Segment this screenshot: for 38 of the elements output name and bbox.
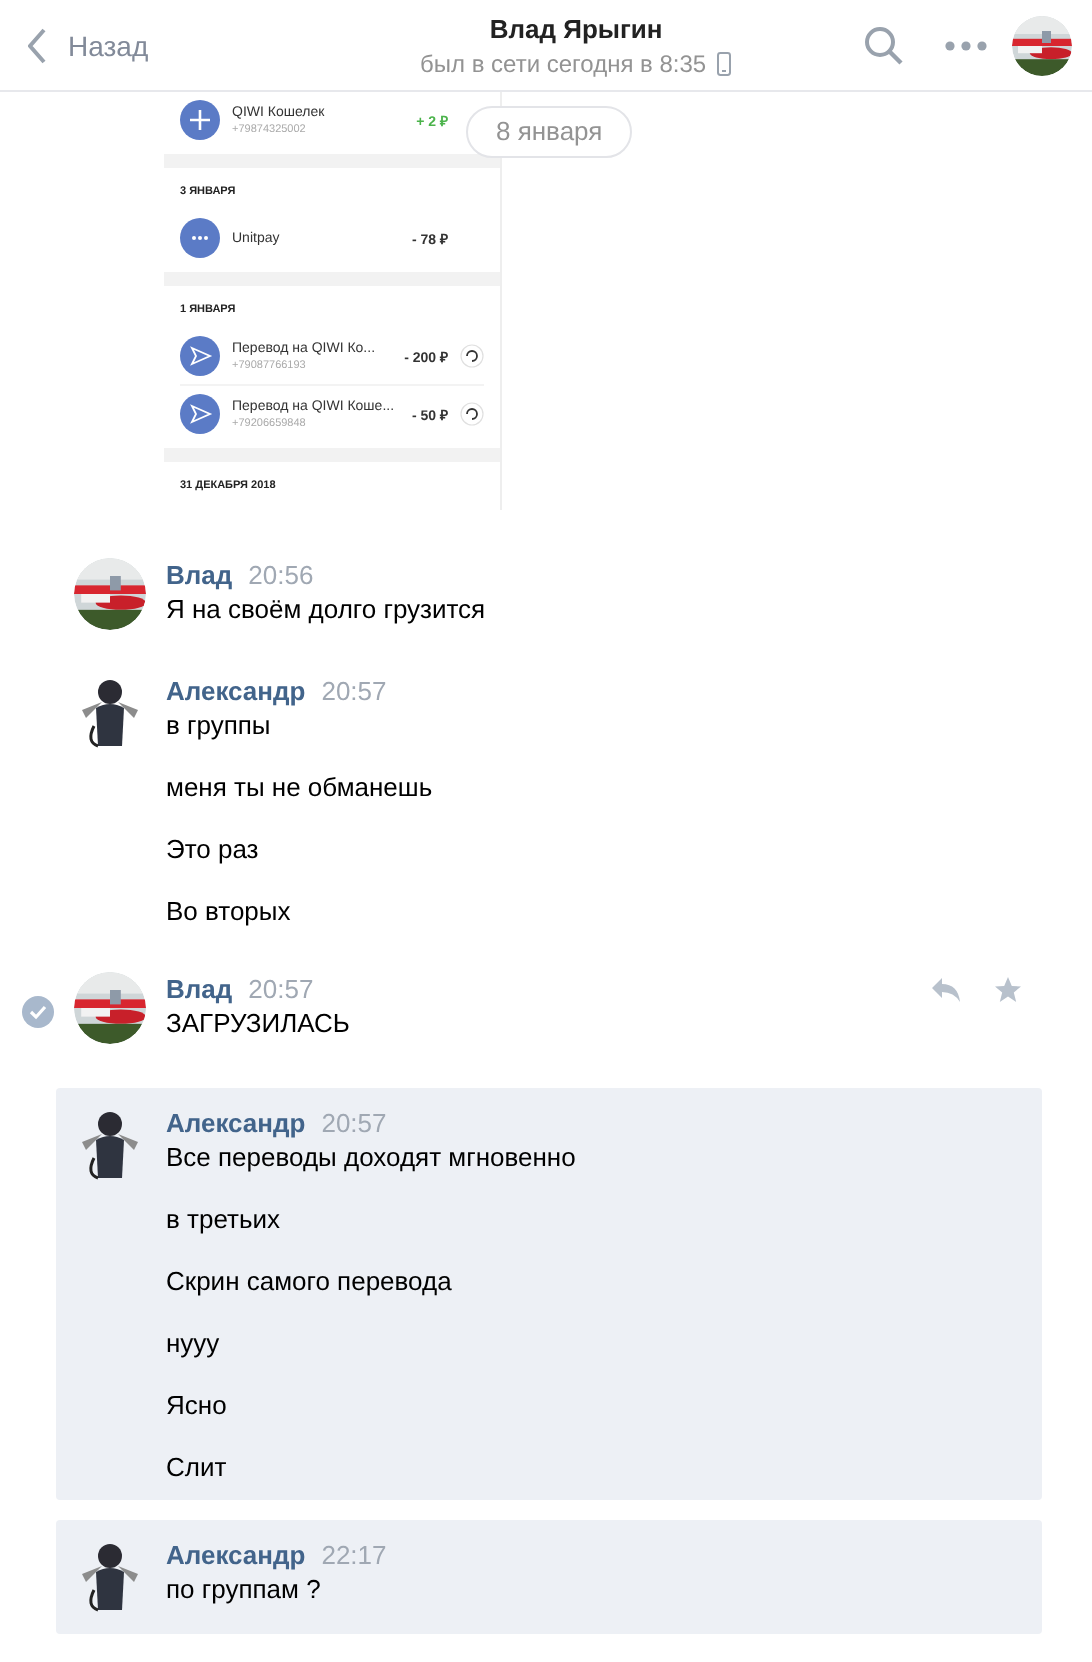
back-button[interactable]: Назад [28, 27, 149, 63]
author-name[interactable]: Влад [166, 560, 233, 590]
message-text: Ясно [166, 1388, 229, 1422]
more-icon [180, 218, 220, 258]
message-time: 22:17 [321, 1540, 387, 1570]
search-icon[interactable] [864, 25, 904, 65]
message-text: Я на своём долго грузится [166, 592, 488, 626]
message-text: Слит [166, 1450, 229, 1484]
contact-name: Влад Ярыгин [489, 13, 663, 43]
send-icon [180, 336, 220, 376]
message-text: Это раз [166, 832, 261, 866]
message-time: 20:57 [248, 974, 314, 1004]
author-name[interactable]: Александр [166, 1540, 306, 1570]
send-icon [180, 394, 220, 434]
checkmark-icon[interactable] [21, 996, 53, 1028]
chevron-left-icon [28, 27, 48, 63]
more-icon[interactable] [944, 39, 988, 51]
message-time: 20:57 [321, 1108, 387, 1138]
phone-icon [716, 51, 733, 75]
message-text: в группы [166, 708, 273, 742]
star-icon[interactable] [994, 976, 1022, 1004]
message-text: меня ты не обманешь [166, 770, 435, 804]
date-divider: 8 января [466, 106, 633, 158]
reply-icon[interactable] [930, 976, 962, 1004]
message-time: 20:56 [248, 560, 314, 590]
message-text: Скрин самого перевода [166, 1264, 454, 1298]
message-text: ЗАГРУЗИЛАСЬ [166, 1006, 352, 1040]
author-name[interactable]: Александр [166, 676, 306, 706]
message-text: Все переводы доходят мгновенно [166, 1140, 578, 1174]
author-name[interactable]: Влад [166, 974, 233, 1004]
message-time: 20:57 [321, 676, 387, 706]
message-text: нууу [166, 1326, 222, 1360]
last-seen-status: был в сети сегодня в 8:35 [420, 49, 707, 77]
plus-icon [180, 100, 220, 140]
message-text: Во вторых [166, 894, 293, 928]
message-text: по группам ? [166, 1572, 323, 1606]
message-text: в третьих [166, 1202, 282, 1236]
author-name[interactable]: Александр [166, 1108, 306, 1138]
